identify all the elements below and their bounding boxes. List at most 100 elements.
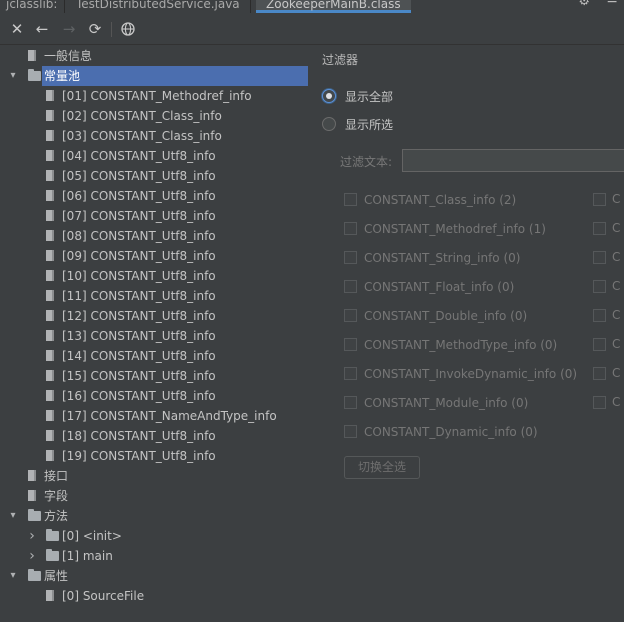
tree-item-label: [01] CONSTANT_Methodref_info: [62, 89, 252, 103]
checkbox-label: CONSTANT_String_info (0): [364, 251, 521, 265]
tree-item-label: [02] CONSTANT_Class_info: [62, 109, 222, 123]
file-icon: [46, 110, 54, 121]
checkbox[interactable]: [344, 396, 357, 409]
file-icon: [28, 50, 36, 61]
tree-item-constant[interactable]: [09] CONSTANT_Utf8_info: [0, 246, 310, 266]
radio-show-all-label: 显示全部: [345, 90, 394, 104]
chevron-right-icon[interactable]: ›: [27, 546, 37, 566]
tree-item-constant[interactable]: [03] CONSTANT_Class_info: [0, 126, 310, 146]
tree-item-constant[interactable]: [16] CONSTANT_Utf8_info: [0, 386, 310, 406]
tab-jclasslib[interactable]: jclasslib:: [6, 0, 57, 13]
tree-item-constant[interactable]: [13] CONSTANT_Utf8_info: [0, 326, 310, 346]
tree-item-constant[interactable]: [18] CONSTANT_Utf8_info: [0, 426, 310, 446]
chevron-down-icon[interactable]: ▾: [8, 566, 18, 586]
toggle-all-button[interactable]: 切换全选: [344, 456, 420, 479]
tab-test-distributed-service[interactable]: TestDistributedService.java: [76, 0, 240, 13]
file-icon: [46, 390, 54, 401]
chevron-down-icon[interactable]: ▾: [8, 66, 18, 86]
checkbox-label: CONSTANT_Float_info (0): [364, 280, 515, 294]
tree-item-constant[interactable]: [02] CONSTANT_Class_info: [0, 106, 310, 126]
tree-item-constant[interactable]: [08] CONSTANT_Utf8_info: [0, 226, 310, 246]
tree-item-method[interactable]: › [0] <init>: [0, 526, 310, 546]
tree-item-label: [16] CONSTANT_Utf8_info: [62, 389, 216, 403]
toolbar: ✕ ← → ⟳: [0, 14, 624, 45]
checkbox[interactable]: [593, 193, 606, 206]
tree-item-label: [04] CONSTANT_Utf8_info: [62, 149, 216, 163]
refresh-icon[interactable]: ⟳: [85, 19, 105, 39]
tree-item-label: [19] CONSTANT_Utf8_info: [62, 449, 216, 463]
radio-show-selected-label: 显示所选: [345, 118, 394, 132]
checkbox-label: CONSTANT_InvokeDynamic_info (0): [364, 367, 578, 381]
tab-zookeeper-main-b[interactable]: ZookeeperMainB.class: [256, 0, 411, 13]
checkbox-label: CONSTANT_Class_info (2): [364, 193, 517, 207]
folder-icon: [46, 529, 59, 541]
tree-item-constant-pool[interactable]: ▾ 常量池: [0, 66, 310, 86]
tree-item-constant[interactable]: [12] CONSTANT_Utf8_info: [0, 306, 310, 326]
tree-item-method[interactable]: › [1] main: [0, 546, 310, 566]
checkbox[interactable]: [593, 367, 606, 380]
checkbox-label-truncated: C: [612, 250, 621, 264]
tree-item-constant[interactable]: [01] CONSTANT_Methodref_info: [0, 86, 310, 106]
radio-button[interactable]: [322, 117, 336, 131]
tree-item-constant[interactable]: [04] CONSTANT_Utf8_info: [0, 146, 310, 166]
checkbox[interactable]: [344, 309, 357, 322]
file-icon: [46, 430, 54, 441]
tree-item-fields[interactable]: 字段: [0, 486, 310, 506]
filter-text-input[interactable]: [402, 149, 624, 172]
tree-item-constant[interactable]: [19] CONSTANT_Utf8_info: [0, 446, 310, 466]
class-structure-tree: 一般信息 ▾ 常量池 [01] CONSTANT_Methodref_info [02]…: [0, 45, 310, 622]
close-panel-icon[interactable]: −: [606, 0, 618, 10]
file-icon: [46, 330, 54, 341]
checkbox-label-truncated: C: [612, 395, 621, 409]
checkbox[interactable]: [593, 338, 606, 351]
file-icon: [46, 130, 54, 141]
file-icon: [46, 210, 54, 221]
chevron-down-icon[interactable]: ▾: [8, 506, 18, 526]
close-icon[interactable]: ✕: [7, 19, 27, 39]
tree-item-constant[interactable]: [17] CONSTANT_NameAndType_info: [0, 406, 310, 426]
file-icon: [46, 150, 54, 161]
chevron-right-icon[interactable]: ›: [27, 526, 37, 546]
checkbox[interactable]: [593, 309, 606, 322]
gear-icon[interactable]: ⚙: [578, 0, 590, 9]
checkbox[interactable]: [593, 251, 606, 264]
folder-icon: [28, 569, 41, 581]
checkbox[interactable]: [344, 367, 357, 380]
checkbox[interactable]: [593, 222, 606, 235]
tree-item-constant[interactable]: [14] CONSTANT_Utf8_info: [0, 346, 310, 366]
tree-item-constant[interactable]: [06] CONSTANT_Utf8_info: [0, 186, 310, 206]
checkbox[interactable]: [593, 396, 606, 409]
tree-item-label: [06] CONSTANT_Utf8_info: [62, 189, 216, 203]
folder-icon: [46, 549, 59, 561]
checkbox[interactable]: [344, 425, 357, 438]
checkbox[interactable]: [344, 193, 357, 206]
checkbox[interactable]: [344, 222, 357, 235]
tree-item-constant[interactable]: [11] CONSTANT_Utf8_info: [0, 286, 310, 306]
tree-item-general-info[interactable]: 一般信息: [0, 46, 310, 66]
tree-item-constant[interactable]: [07] CONSTANT_Utf8_info: [0, 206, 310, 226]
tree-item-interfaces[interactable]: 接口: [0, 466, 310, 486]
tree-item-constant[interactable]: [10] CONSTANT_Utf8_info: [0, 266, 310, 286]
file-icon: [46, 290, 54, 301]
tree-item-label: [17] CONSTANT_NameAndType_info: [62, 409, 277, 423]
filter-text-label: 过滤文本:: [340, 155, 393, 169]
checkbox[interactable]: [344, 280, 357, 293]
tree-item-label: [1] main: [62, 549, 113, 563]
tree-item-attributes[interactable]: ▾ 属性: [0, 566, 310, 586]
file-icon: [28, 490, 36, 501]
tree-item-constant[interactable]: [15] CONSTANT_Utf8_info: [0, 366, 310, 386]
globe-icon[interactable]: [118, 19, 138, 39]
tree-item-constant[interactable]: [05] CONSTANT_Utf8_info: [0, 166, 310, 186]
arrow-left-icon[interactable]: ←: [32, 19, 52, 39]
tree-item-label: [07] CONSTANT_Utf8_info: [62, 209, 216, 223]
checkbox-label: CONSTANT_MethodType_info (0): [364, 338, 558, 352]
tree-item-methods[interactable]: ▾ 方法: [0, 506, 310, 526]
checkbox[interactable]: [344, 338, 357, 351]
tree-item-label: [05] CONSTANT_Utf8_info: [62, 169, 216, 183]
checkbox[interactable]: [593, 280, 606, 293]
tree-item-attribute[interactable]: [0] SourceFile: [0, 586, 310, 606]
checkbox[interactable]: [344, 251, 357, 264]
tree-item-label: 属性: [44, 569, 69, 583]
radio-button-checked[interactable]: [322, 89, 336, 103]
tree-item-label: 一般信息: [44, 49, 93, 63]
